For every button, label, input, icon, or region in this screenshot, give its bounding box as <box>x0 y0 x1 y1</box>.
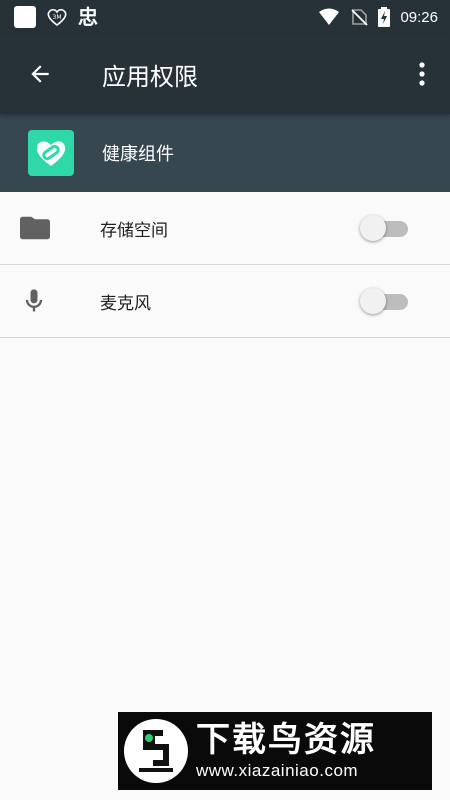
watermark-banner: 下载鸟资源 www.xiazainiao.com <box>118 712 432 790</box>
permission-label-storage: 存储空间 <box>100 220 168 241</box>
more-options-button[interactable] <box>394 34 450 114</box>
watermark-url: www.xiazainiao.com <box>196 761 359 780</box>
battery-charging-icon <box>378 7 391 27</box>
app-bar: 应用权限 <box>0 34 450 114</box>
bug-icon: 忠 <box>78 5 98 29</box>
watermark-logo <box>124 719 188 783</box>
notification-square-icon <box>14 6 36 28</box>
permission-icon-container <box>0 265 100 338</box>
toggle-thumb <box>360 215 386 241</box>
status-time: 09:26 <box>400 8 438 26</box>
app-info-header: 健康组件 <box>0 114 450 192</box>
folder-icon <box>20 216 50 240</box>
toggle-thumb <box>360 288 386 314</box>
app-icon <box>28 130 74 176</box>
bird-logo-icon <box>139 730 173 772</box>
more-vert-icon <box>419 62 425 86</box>
arrow-back-icon <box>31 65 49 83</box>
storage-toggle[interactable] <box>358 213 414 243</box>
page-title: 应用权限 <box>102 62 198 91</box>
wifi-icon <box>319 8 340 25</box>
microphone-icon <box>25 289 43 312</box>
heart-badge-icon: 3M <box>47 8 67 27</box>
permission-row-microphone[interactable]: 麦克风 <box>0 265 450 338</box>
status-bar-left: 3M 忠 <box>0 6 98 28</box>
microphone-toggle[interactable] <box>358 286 414 316</box>
app-name: 健康组件 <box>102 144 174 165</box>
watermark-title: 下载鸟资源 <box>196 720 376 760</box>
permission-row-storage[interactable]: 存储空间 <box>0 192 450 265</box>
svg-text:3M: 3M <box>53 14 62 21</box>
permission-list: 存储空间 麦克风 <box>0 192 450 338</box>
heart-link-icon <box>36 141 66 166</box>
watermark-text: 下载鸟资源 www.xiazainiao.com <box>196 720 376 782</box>
permission-label-microphone: 麦克风 <box>100 293 151 314</box>
back-button[interactable] <box>0 34 80 114</box>
permission-icon-container <box>0 192 100 265</box>
status-bar: 3M 忠 09:26 <box>0 0 450 34</box>
status-bar-right: 09:26 <box>318 7 450 27</box>
no-sim-icon <box>351 9 369 26</box>
